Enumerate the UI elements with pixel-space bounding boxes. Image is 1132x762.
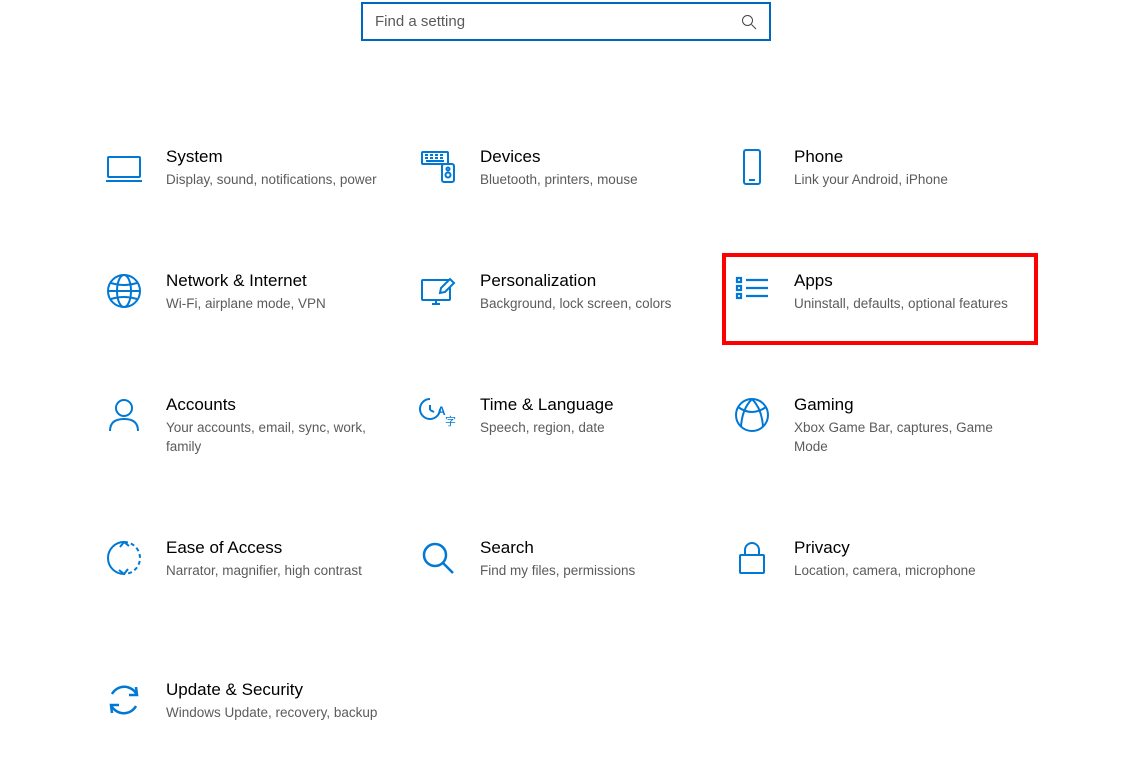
tile-title: Gaming (794, 395, 1018, 415)
tile-desc: Background, lock screen, colors (480, 295, 704, 313)
svg-text:字: 字 (445, 414, 456, 428)
tile-desc: Find my files, permissions (480, 562, 704, 580)
tile-desc: Link your Android, iPhone (794, 171, 1018, 189)
personalization-icon (418, 271, 458, 311)
tile-title: Phone (794, 147, 1018, 167)
tile-apps[interactable]: Apps Uninstall, defaults, optional featu… (722, 253, 1038, 345)
tile-title: Search (480, 538, 704, 558)
tile-privacy[interactable]: Privacy Location, camera, microphone (728, 532, 1032, 586)
tile-title: System (166, 147, 390, 167)
tile-text: Privacy Location, camera, microphone (794, 538, 1028, 580)
system-icon (104, 147, 144, 187)
tile-network[interactable]: Network & Internet Wi-Fi, airplane mode,… (100, 265, 404, 319)
tile-search[interactable]: Search Find my files, permissions (414, 532, 718, 586)
tile-title: Ease of Access (166, 538, 390, 558)
tile-title: Accounts (166, 395, 390, 415)
tile-accounts[interactable]: Accounts Your accounts, email, sync, wor… (100, 389, 404, 461)
apps-icon (732, 271, 772, 311)
tile-title: Update & Security (166, 680, 390, 700)
tile-text: Apps Uninstall, defaults, optional featu… (794, 271, 1028, 313)
tile-devices[interactable]: Devices Bluetooth, printers, mouse (414, 141, 718, 195)
phone-icon (732, 147, 772, 187)
settings-grid: System Display, sound, notifications, po… (0, 141, 1132, 728)
tile-text: Devices Bluetooth, printers, mouse (480, 147, 714, 189)
tile-desc: Speech, region, date (480, 419, 704, 437)
tile-text: Gaming Xbox Game Bar, captures, Game Mod… (794, 395, 1028, 455)
gaming-icon (732, 395, 772, 435)
network-icon (104, 271, 144, 311)
tile-text: Time & Language Speech, region, date (480, 395, 714, 437)
tile-desc: Location, camera, microphone (794, 562, 1018, 580)
tile-desc: Windows Update, recovery, backup (166, 704, 390, 722)
tile-title: Network & Internet (166, 271, 390, 291)
tile-text: System Display, sound, notifications, po… (166, 147, 400, 189)
tile-update-security[interactable]: Update & Security Windows Update, recove… (100, 674, 404, 728)
search-tile-icon (418, 538, 458, 578)
update-security-icon (104, 680, 144, 720)
tile-ease-of-access[interactable]: Ease of Access Narrator, magnifier, high… (100, 532, 404, 586)
search-input[interactable] (375, 13, 741, 30)
tile-desc: Bluetooth, printers, mouse (480, 171, 704, 189)
privacy-icon (732, 538, 772, 578)
tile-system[interactable]: System Display, sound, notifications, po… (100, 141, 404, 195)
tile-title: Devices (480, 147, 704, 167)
tile-text: Accounts Your accounts, email, sync, wor… (166, 395, 400, 455)
time-language-icon: A 字 (418, 395, 458, 435)
tile-title: Apps (794, 271, 1018, 291)
tile-time-language[interactable]: A 字 Time & Language Speech, region, date (414, 389, 718, 461)
tile-text: Search Find my files, permissions (480, 538, 714, 580)
tile-desc: Narrator, magnifier, high contrast (166, 562, 390, 580)
search-icon (741, 14, 757, 30)
tile-desc: Wi-Fi, airplane mode, VPN (166, 295, 390, 313)
tile-text: Ease of Access Narrator, magnifier, high… (166, 538, 400, 580)
ease-of-access-icon (104, 538, 144, 578)
tile-text: Personalization Background, lock screen,… (480, 271, 714, 313)
tile-personalization[interactable]: Personalization Background, lock screen,… (414, 265, 718, 319)
accounts-icon (104, 395, 144, 435)
tile-text: Network & Internet Wi-Fi, airplane mode,… (166, 271, 400, 313)
tile-title: Privacy (794, 538, 1018, 558)
tile-gaming[interactable]: Gaming Xbox Game Bar, captures, Game Mod… (728, 389, 1032, 461)
tile-text: Phone Link your Android, iPhone (794, 147, 1028, 189)
tile-desc: Display, sound, notifications, power (166, 171, 390, 189)
tile-text: Update & Security Windows Update, recove… (166, 680, 400, 722)
tile-title: Time & Language (480, 395, 704, 415)
search-box[interactable] (361, 2, 771, 41)
devices-icon (418, 147, 458, 187)
tile-title: Personalization (480, 271, 704, 291)
tile-desc: Uninstall, defaults, optional features (794, 295, 1018, 313)
tile-phone[interactable]: Phone Link your Android, iPhone (728, 141, 1032, 195)
tile-desc: Xbox Game Bar, captures, Game Mode (794, 419, 1018, 455)
tile-desc: Your accounts, email, sync, work, family (166, 419, 390, 455)
